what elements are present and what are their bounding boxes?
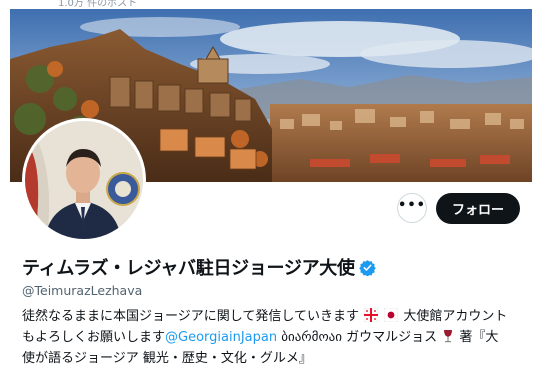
user-handle: @TeimurazLezhava	[22, 283, 143, 298]
wine-glass-icon	[444, 330, 453, 343]
name-row: ティムラズ・レジャバ駐日ジョージア大使	[22, 254, 376, 280]
bio-line-3: 使が語るジョージア 観光・歴史・文化・グルメ』	[22, 348, 532, 369]
bio-text-3: 使が語るジョージア 観光・歴史・文化・グルメ』	[22, 351, 312, 366]
follow-button[interactable]: フォロー	[436, 193, 520, 224]
bio-text-1: 徒然なるままに本国ジョージアに関して発信していきます	[22, 309, 359, 324]
profile-avatar[interactable]	[22, 118, 146, 242]
more-options-button[interactable]: •••	[397, 193, 427, 223]
verified-badge-icon[interactable]	[358, 259, 376, 276]
avatar-image	[25, 121, 143, 239]
bio-text-2-tail: 著『大	[455, 330, 499, 345]
bio-text-2-suffix: ბიარმოაი ガウマルジョス	[277, 330, 438, 345]
japan-flag-icon	[384, 308, 399, 322]
bio-line-1: 徒然なるままに本国ジョージアに関して発信していきます 大使館アカウント	[22, 306, 532, 327]
more-icon: •••	[398, 197, 426, 213]
display-name: ティムラズ・レジャバ駐日ジョージア大使	[22, 258, 355, 279]
bio-text-2: もよろしくお願いします	[22, 330, 166, 345]
post-count: 1.0万 件のポスト	[58, 0, 138, 9]
bio-line-2: もよろしくお願いします@GeorgiainJapan ბიარმოაი ガウマル…	[22, 327, 532, 348]
bio-text-1-suffix: 大使館アカウント	[403, 309, 508, 324]
georgia-flag-icon	[364, 308, 379, 322]
profile-bio: 徒然なるままに本国ジョージアに関して発信していきます 大使館アカウント もよろし…	[22, 306, 532, 369]
mention-link[interactable]: @GeorgiainJapan	[165, 330, 277, 345]
